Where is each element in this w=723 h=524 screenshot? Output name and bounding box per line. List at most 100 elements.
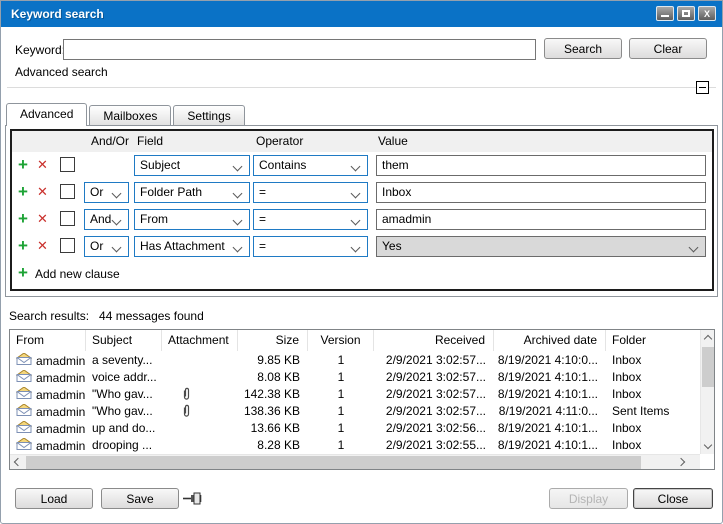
header-archived-date[interactable]: Archived date [494,330,606,351]
header-attachment[interactable]: Attachment [162,330,238,351]
cell-size: 8.08 KB [238,369,308,386]
cell-archived-date: 8/19/2021 4:10:1... [494,420,606,437]
operator-select[interactable]: = [253,182,368,203]
cell-received: 2/9/2021 3:02:56... [374,420,494,437]
andor-select[interactable]: Or [84,236,129,257]
field-select[interactable]: Folder Path [134,182,250,203]
horizontal-scrollbar[interactable] [10,454,700,469]
header-subject[interactable]: Subject [86,330,162,351]
add-clause-icon[interactable]: + [18,156,28,173]
horizontal-scroll-thumb[interactable] [26,456,641,469]
field-select[interactable]: Has Attachment [134,236,250,257]
scroll-right-icon[interactable] [677,458,685,466]
scroll-left-icon[interactable] [14,458,22,466]
header-received[interactable]: Received [374,330,494,351]
titlebar[interactable]: Keyword search X [1,1,722,27]
collapse-icon[interactable] [696,81,709,94]
tab-mailboxes[interactable]: Mailboxes [89,105,171,125]
results-table: From Subject Attachment Size Version Rec… [9,329,715,470]
operator-select[interactable]: = [253,209,368,230]
clause-row: + ✕ SubjectContains them [12,152,712,179]
add-clause-icon[interactable]: + [18,237,28,254]
add-clause-icon[interactable]: + [18,183,28,200]
separator [7,87,716,88]
clear-button[interactable]: Clear [629,38,707,59]
clause-row: + ✕ OrFolder Path= Inbox [12,179,712,206]
operator-select[interactable]: = [253,236,368,257]
header-folder[interactable]: Folder [606,330,700,351]
close-icon[interactable]: X [698,6,716,21]
col-field: Field [137,134,163,148]
add-clause-icon: + [18,264,28,281]
cell-attachment [162,369,238,386]
add-clause-icon[interactable]: + [18,210,28,227]
cell-received: 2/9/2021 3:02:57... [374,386,494,403]
keyword-input[interactable] [63,39,536,60]
save-button[interactable]: Save [101,488,179,509]
cell-received: 2/9/2021 3:02:55... [374,437,494,454]
cell-from: amadmin [10,403,86,420]
andor-select[interactable]: And [84,209,129,230]
delete-clause-icon[interactable]: ✕ [37,185,48,198]
add-new-clause[interactable]: + Add new clause [18,264,120,284]
result-row[interactable]: amadminvoice addr...8.08 KB12/9/2021 3:0… [10,369,700,386]
cell-size: 8.28 KB [238,437,308,454]
search-button[interactable]: Search [544,38,622,59]
cell-subject: up and do... [86,420,162,437]
clause-checkbox[interactable] [60,238,75,253]
result-row[interactable]: amadmin"Who gav...142.38 KB12/9/2021 3:0… [10,386,700,403]
scroll-down-icon[interactable] [704,441,712,449]
close-button[interactable]: Close [633,488,713,509]
cell-folder: Inbox [606,369,700,386]
result-row[interactable]: amadmindrooping ...8.28 KB12/9/2021 3:02… [10,437,700,454]
tab-settings[interactable]: Settings [173,105,244,125]
cell-folder: Sent Items [606,403,700,420]
delete-clause-icon[interactable]: ✕ [37,239,48,252]
clause-row: + ✕ OrHas Attachment= Yes [12,233,712,260]
envelope-open-icon [16,353,32,368]
minimize-icon[interactable] [656,6,674,21]
clause-checkbox[interactable] [60,157,75,172]
clause-checkbox[interactable] [60,184,75,199]
andor-select[interactable]: Or [84,182,129,203]
pin-icon[interactable] [183,492,203,508]
cell-version: 1 [308,352,374,369]
maximize-icon[interactable] [677,6,695,21]
vertical-scrollbar[interactable] [700,330,714,454]
clause-checkbox[interactable] [60,211,75,226]
delete-clause-icon[interactable]: ✕ [37,212,48,225]
result-row[interactable]: amadminup and do...13.66 KB12/9/2021 3:0… [10,420,700,437]
operator-select[interactable]: Contains [253,155,368,176]
cell-version: 1 [308,420,374,437]
col-operator: Operator [256,134,303,148]
value-input[interactable]: them [376,155,706,176]
cell-size: 9.85 KB [238,352,308,369]
tab-advanced[interactable]: Advanced [6,103,87,126]
value-select[interactable]: Yes [376,236,706,257]
cell-from: amadmin [10,420,86,437]
header-from[interactable]: From [10,330,86,351]
cell-subject: "Who gav... [86,403,162,420]
col-andor: And/Or [84,134,129,148]
scroll-up-icon[interactable] [704,335,712,343]
header-version[interactable]: Version [308,330,374,351]
from-text: amadmin [36,405,85,419]
field-select[interactable]: From [134,209,250,230]
load-button[interactable]: Load [15,488,93,509]
envelope-open-icon [16,421,32,436]
value-input[interactable]: amadmin [376,209,706,230]
result-row[interactable]: amadmina seventy...9.85 KB12/9/2021 3:02… [10,352,700,369]
results-header: From Subject Attachment Size Version Rec… [10,330,700,351]
header-size[interactable]: Size [238,330,308,351]
field-select[interactable]: Subject [134,155,250,176]
from-text: amadmin [36,354,85,368]
value-input[interactable]: Inbox [376,182,706,203]
clause-header: And/Or Field Operator Value [12,131,712,152]
cell-received: 2/9/2021 3:02:57... [374,352,494,369]
result-row[interactable]: amadmin"Who gav...138.36 KB12/9/2021 3:0… [10,403,700,420]
col-value: Value [378,134,408,148]
paperclip-icon [182,407,191,420]
delete-clause-icon[interactable]: ✕ [37,158,48,171]
vertical-scroll-thumb[interactable] [702,347,714,387]
cell-version: 1 [308,437,374,454]
